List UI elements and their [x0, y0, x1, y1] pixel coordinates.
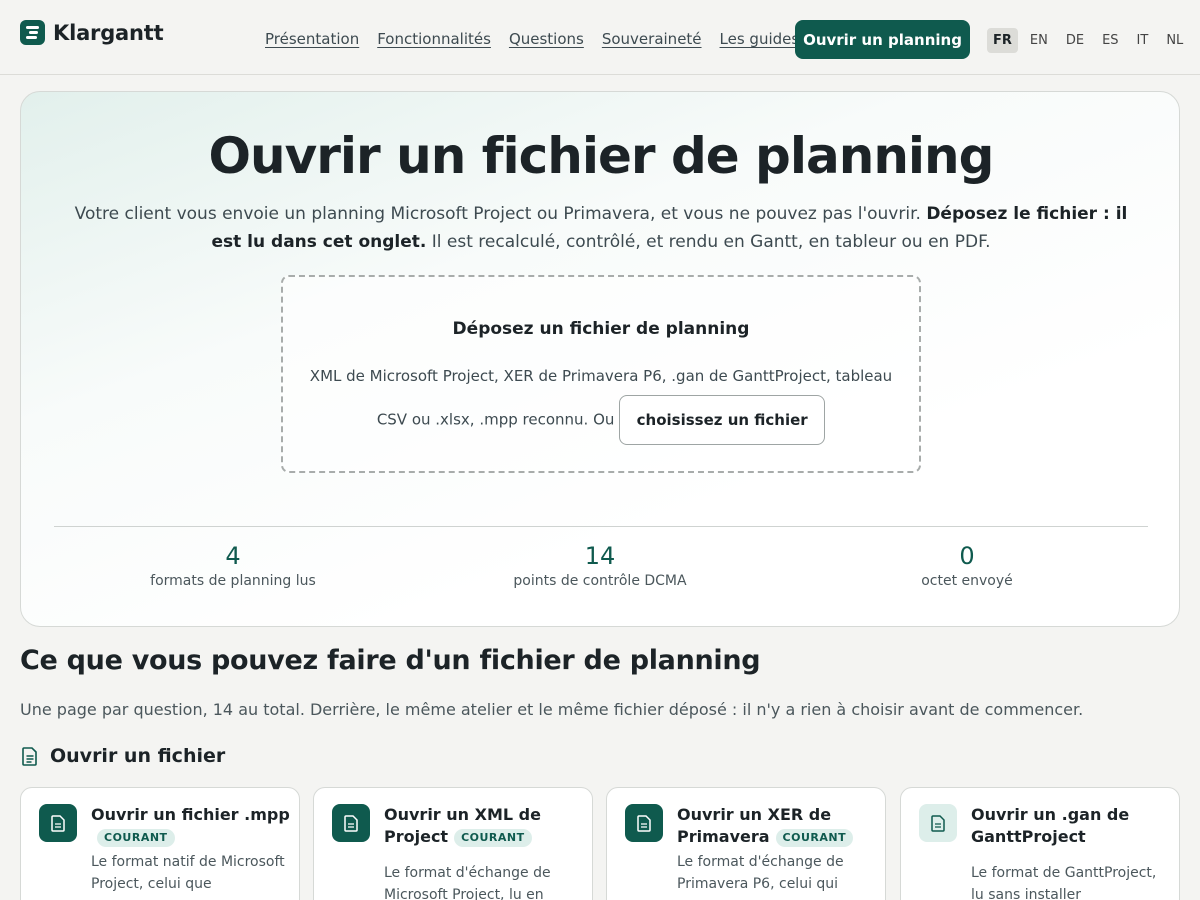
- card-open-project-xml[interactable]: Ouvrir un XML de Project COURANT Le forma…: [313, 787, 593, 900]
- card-title: Ouvrir un fichier .mpp COURANT: [91, 804, 291, 848]
- card-title: Ouvrir un .gan de GanttProject: [971, 804, 1171, 848]
- subsection-title: Ouvrir un fichier: [50, 745, 226, 767]
- nav-link-questions[interactable]: Questions: [509, 30, 584, 48]
- card-open-ganttproject[interactable]: Ouvrir un .gan de GanttProject Le format…: [900, 787, 1180, 900]
- main-nav: Présentation Fonctionnalités Questions S…: [265, 30, 817, 48]
- hero-card: Ouvrir un fichier de planning Votre clie…: [20, 91, 1180, 627]
- nav-link-fonctionnalites[interactable]: Fonctionnalités: [377, 30, 491, 48]
- hero-lead-text-end: Il est recalculé, contrôlé, et rendu en …: [426, 232, 991, 252]
- stat-value: 4: [225, 542, 241, 570]
- subsection-heading: Ouvrir un fichier: [22, 745, 225, 767]
- dropzone-title: Déposez un fichier de planning: [452, 319, 750, 339]
- stat-label: points de contrôle DCMA: [513, 573, 687, 589]
- klargantt-logo-icon: [20, 20, 45, 45]
- card-title-text: Ouvrir un fichier .mpp: [91, 805, 290, 824]
- card-title: Ouvrir un XML de Project COURANT: [384, 804, 584, 848]
- stat-value: 0: [959, 542, 975, 570]
- hero-title: Ouvrir un fichier de planning: [208, 127, 995, 185]
- card-description: Le format natif de Microsoft Project, ce…: [91, 854, 285, 892]
- card-badge: COURANT: [454, 829, 532, 847]
- stat-label: formats de planning lus: [150, 573, 316, 589]
- stat-formats: 4 formats de planning lus: [83, 540, 383, 590]
- document-icon: [39, 804, 77, 842]
- section-title: Ce que vous pouvez faire d'un fichier de…: [20, 645, 761, 676]
- stat-label: octet envoyé: [921, 573, 1013, 589]
- dropzone-text: XML de Microsoft Project, XER de Primave…: [303, 357, 899, 445]
- nav-link-presentation[interactable]: Présentation: [265, 30, 359, 48]
- card-title: Ouvrir un XER de Primavera COURANT: [677, 804, 877, 848]
- stats-divider: [54, 526, 1148, 527]
- choose-file-button[interactable]: choisissez un fichier: [619, 395, 826, 445]
- stat-value: 14: [584, 542, 616, 570]
- hero-lead-text: Votre client vous envoie un planning Mic…: [74, 204, 927, 224]
- lang-it[interactable]: IT: [1131, 28, 1155, 53]
- file-dropzone[interactable]: Déposez un fichier de planning XML de Mi…: [281, 275, 921, 473]
- site-header: Klargantt Présentation Fonctionnalités Q…: [0, 0, 1200, 75]
- document-icon: [332, 804, 370, 842]
- section-subtitle: Une page par question, 14 au total. Derr…: [20, 700, 1084, 719]
- nav-link-souverainete[interactable]: Souveraineté: [602, 30, 702, 48]
- card-description: Le format d'échange de Primavera P6, cel…: [677, 854, 844, 892]
- document-icon: [919, 804, 957, 842]
- card-open-mpp[interactable]: Ouvrir un fichier .mpp COURANT Le format …: [20, 787, 300, 900]
- card-badge: COURANT: [775, 829, 854, 847]
- lang-nl[interactable]: NL: [1160, 28, 1189, 53]
- lang-de[interactable]: DE: [1060, 28, 1090, 53]
- document-icon: [22, 746, 37, 766]
- language-switcher: FR EN DE ES IT NL: [987, 28, 1195, 53]
- brand-logo[interactable]: Klargantt: [20, 20, 164, 45]
- lang-fr[interactable]: FR: [987, 28, 1018, 53]
- lang-en[interactable]: EN: [1024, 28, 1054, 53]
- nav-link-guides[interactable]: Les guides: [720, 30, 800, 48]
- brand-name: Klargantt: [53, 20, 164, 45]
- card-title-text: Ouvrir un .gan de GanttProject: [971, 805, 1130, 846]
- document-icon: [625, 804, 663, 842]
- card-description: Le format de GanttProject, lu sans insta…: [971, 865, 1157, 900]
- lang-es[interactable]: ES: [1096, 28, 1124, 53]
- card-open-primavera-xer[interactable]: Ouvrir un XER de Primavera COURANT Le for…: [606, 787, 886, 900]
- open-planning-button[interactable]: Ouvrir un planning: [795, 20, 970, 59]
- stat-dcma: 14 points de contrôle DCMA: [450, 540, 750, 590]
- card-badge: COURANT: [97, 829, 175, 847]
- stat-bytes: 0 octet envoyé: [817, 540, 1117, 590]
- hero-lead: Votre client vous envoie un planning Mic…: [61, 200, 1141, 256]
- card-description: Le format d'échange de Microsoft Project…: [384, 865, 551, 900]
